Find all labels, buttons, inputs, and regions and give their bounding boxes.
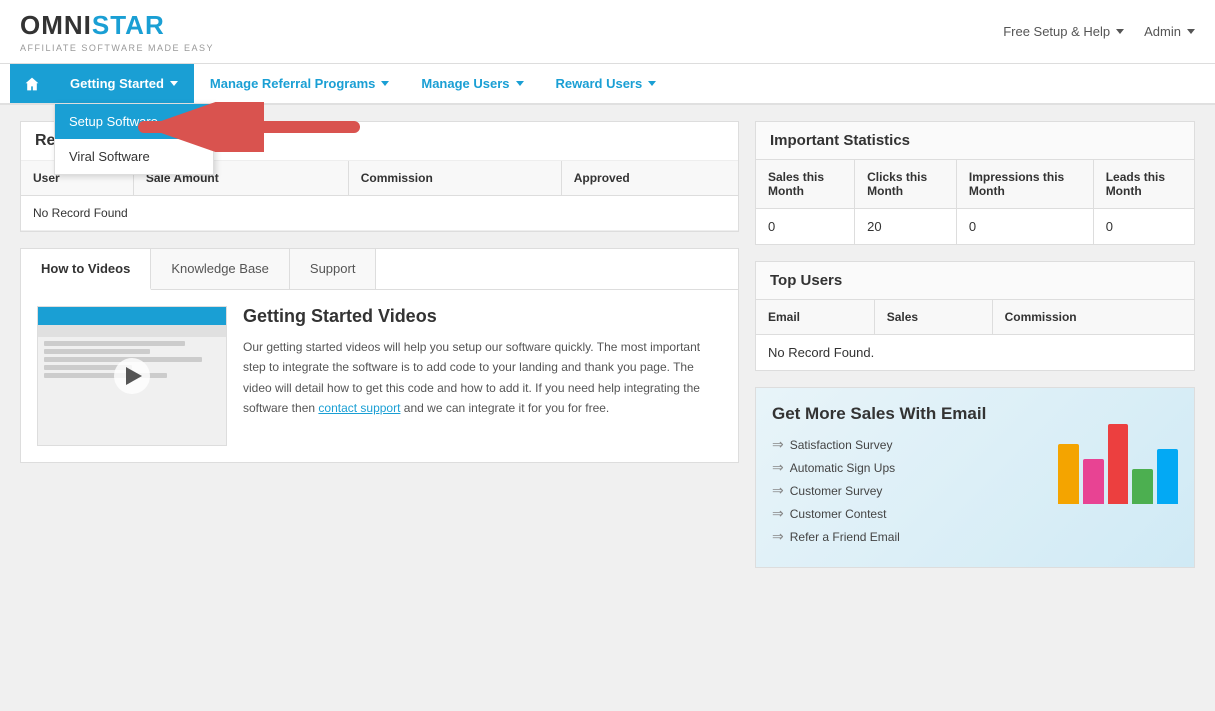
logo-star: STAR xyxy=(92,10,165,41)
video-thumbnail[interactable] xyxy=(37,306,227,446)
logo: OMNI STAR xyxy=(20,10,214,41)
logo-subtitle: AFFILIATE SOFTWARE MADE EASY xyxy=(20,43,214,53)
header: OMNI STAR AFFILIATE SOFTWARE MADE EASY F… xyxy=(0,0,1215,64)
chart-bar-4 xyxy=(1157,449,1178,504)
home-icon xyxy=(24,76,40,92)
no-record-users: No Record Found. xyxy=(756,335,1194,371)
top-users-table: Email Sales Commission No Record Found. xyxy=(756,300,1194,370)
nav-item-getting-started[interactable]: Getting Started Setup Software Viral Sof… xyxy=(54,64,194,103)
important-statistics-panel: Important Statistics Sales this Month Cl… xyxy=(755,121,1195,245)
top-users-title: Top Users xyxy=(756,262,1194,300)
header-right: Free Setup & Help Admin xyxy=(1003,24,1195,39)
top-col-email: Email xyxy=(756,300,874,335)
stat-col-impressions: Impressions this Month xyxy=(956,160,1093,209)
promo-arrow-icon: ⇒ xyxy=(772,528,784,545)
promo-arrow-icon: ⇒ xyxy=(772,505,784,522)
contact-support-link[interactable]: contact support xyxy=(318,401,400,415)
promo-item-0: ⇒ Satisfaction Survey xyxy=(772,436,1048,453)
play-button[interactable] xyxy=(114,358,150,394)
chart-bar-3 xyxy=(1132,469,1153,504)
thumb-bar xyxy=(38,307,226,325)
nav-item-manage-referral[interactable]: Manage Referral Programs xyxy=(194,64,405,103)
thumb-line xyxy=(44,341,185,346)
nav-arrow xyxy=(114,102,374,155)
play-icon xyxy=(126,367,142,385)
email-promo-panel: Get More Sales With Email ⇒ Satisfaction… xyxy=(755,387,1195,568)
promo-arrow-icon: ⇒ xyxy=(772,482,784,499)
tab-knowledge-base[interactable]: Knowledge Base xyxy=(151,249,290,289)
manage-users-caret xyxy=(516,81,524,86)
logo-area: OMNI STAR AFFILIATE SOFTWARE MADE EASY xyxy=(20,10,214,53)
tab-how-to-videos[interactable]: How to Videos xyxy=(21,249,151,290)
main-content: Recent Commissions User Sale Amount Comm… xyxy=(0,105,1215,584)
promo-item-2: ⇒ Customer Survey xyxy=(772,482,1048,499)
statistics-table: Sales this Month Clicks this Month Impre… xyxy=(756,160,1194,244)
col-commission: Commission xyxy=(348,161,561,196)
table-row: No Record Found xyxy=(21,196,738,231)
tabs-header: How to Videos Knowledge Base Support xyxy=(21,249,738,290)
tab-content-videos: Getting Started Videos Our getting start… xyxy=(21,290,738,462)
top-col-commission: Commission xyxy=(992,300,1194,335)
getting-started-caret xyxy=(170,81,178,86)
tab-support[interactable]: Support xyxy=(290,249,377,289)
stat-val-sales: 0 xyxy=(756,209,855,245)
statistics-title: Important Statistics xyxy=(756,122,1194,160)
no-record-recent: No Record Found xyxy=(21,196,738,231)
thumb-nav xyxy=(38,325,226,337)
promo-title: Get More Sales With Email xyxy=(772,404,1048,424)
home-nav-button[interactable] xyxy=(10,64,54,103)
stat-col-leads: Leads this Month xyxy=(1093,160,1194,209)
admin-link[interactable]: Admin xyxy=(1144,24,1195,39)
stat-val-impressions: 0 xyxy=(956,209,1093,245)
stat-col-clicks: Clicks this Month xyxy=(855,160,957,209)
nav-item-reward-users[interactable]: Reward Users xyxy=(540,64,673,103)
table-row: No Record Found. xyxy=(756,335,1194,371)
promo-item-3: ⇒ Customer Contest xyxy=(772,505,1048,522)
free-setup-caret xyxy=(1116,29,1124,34)
promo-text: Get More Sales With Email ⇒ Satisfaction… xyxy=(772,404,1048,551)
video-description: Our getting started videos will help you… xyxy=(243,337,722,419)
free-setup-link[interactable]: Free Setup & Help xyxy=(1003,24,1124,39)
video-info: Getting Started Videos Our getting start… xyxy=(243,306,722,446)
stat-col-sales: Sales this Month xyxy=(756,160,855,209)
stat-val-leads: 0 xyxy=(1093,209,1194,245)
video-title: Getting Started Videos xyxy=(243,306,722,327)
chart-bar-1 xyxy=(1083,459,1104,504)
right-column: Important Statistics Sales this Month Cl… xyxy=(755,121,1195,568)
left-column: Recent Commissions User Sale Amount Comm… xyxy=(20,121,739,568)
chart-bar-2 xyxy=(1108,424,1129,504)
col-approved: Approved xyxy=(561,161,738,196)
reward-users-caret xyxy=(648,81,656,86)
chart-bar-0 xyxy=(1058,444,1079,504)
promo-item-4: ⇒ Refer a Friend Email xyxy=(772,528,1048,545)
top-col-sales: Sales xyxy=(874,300,992,335)
manage-referral-caret xyxy=(381,81,389,86)
tabs-container: How to Videos Knowledge Base Support xyxy=(20,248,739,463)
promo-item-1: ⇒ Automatic Sign Ups xyxy=(772,459,1048,476)
admin-caret xyxy=(1187,29,1195,34)
top-users-panel: Top Users Email Sales Commission No Reco… xyxy=(755,261,1195,371)
thumb-line xyxy=(44,349,150,354)
promo-arrow-icon: ⇒ xyxy=(772,436,784,453)
stat-val-clicks: 20 xyxy=(855,209,957,245)
navbar: Getting Started Setup Software Viral Sof… xyxy=(0,64,1215,105)
nav-item-manage-users[interactable]: Manage Users xyxy=(405,64,539,103)
logo-omni: OMNI xyxy=(20,10,92,41)
statistics-row: 0 20 0 0 xyxy=(756,209,1194,245)
promo-chart xyxy=(1058,404,1178,504)
promo-arrow-icon: ⇒ xyxy=(772,459,784,476)
